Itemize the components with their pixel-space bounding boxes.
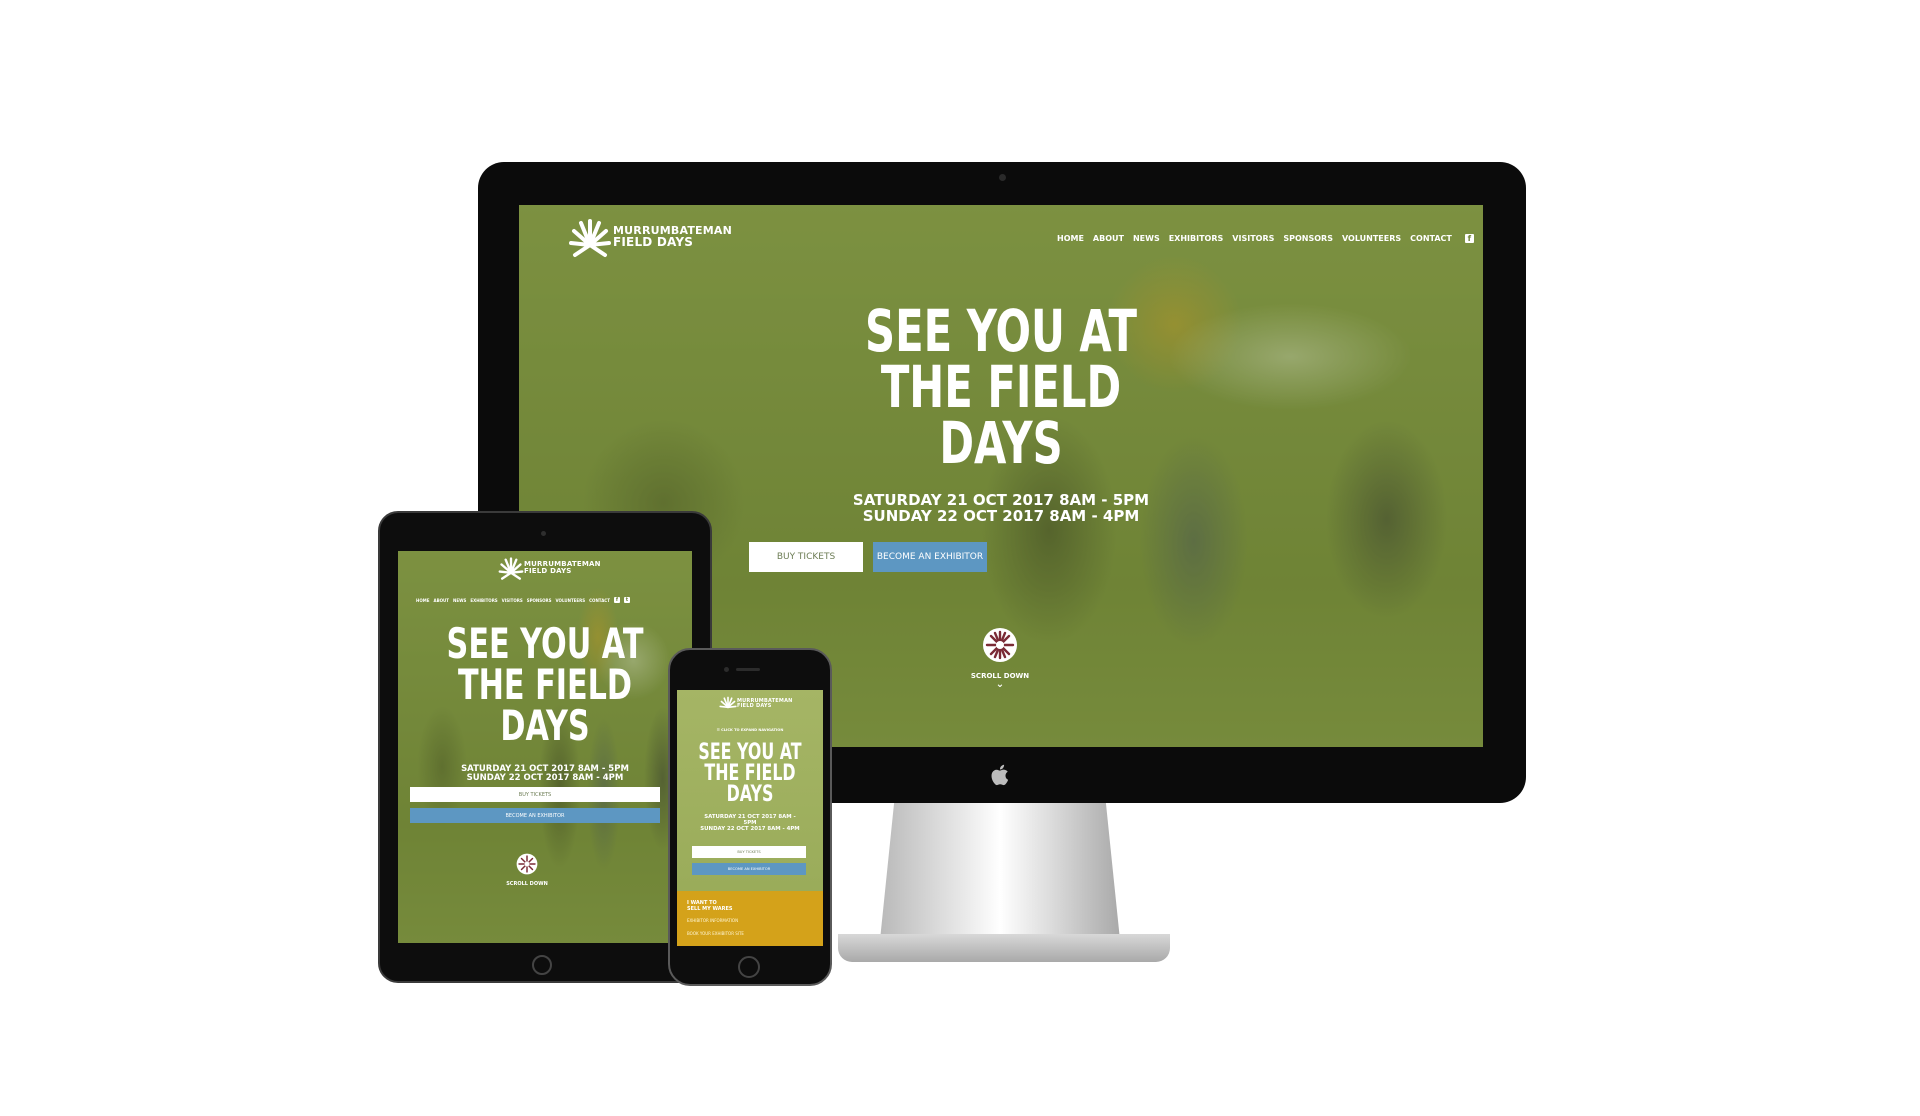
logo-sun-icon bbox=[719, 696, 737, 709]
camera-icon bbox=[999, 174, 1006, 181]
nav-news[interactable]: NEWS bbox=[1133, 234, 1160, 243]
site-logo[interactable]: MURRUMBATEMAN FIELD DAYS bbox=[719, 695, 793, 713]
nav-volunteers[interactable]: VOLUNTEERS bbox=[1342, 234, 1401, 243]
chevron-down-icon[interactable]: ⌄ bbox=[950, 679, 1050, 690]
scroll-flower-icon[interactable] bbox=[516, 853, 538, 875]
event-dates: SATURDAY 21 OCT 2017 8AM - 5PM SUNDAY 22… bbox=[461, 764, 629, 783]
nav-contact[interactable]: CONTACT bbox=[1410, 234, 1452, 243]
event-dates: SATURDAY 21 OCT 2017 8AM - 5PM SUNDAY 22… bbox=[700, 814, 800, 832]
phone-website: MURRUMBATEMAN FIELD DAYS ☰ CLICK TO EXPA… bbox=[677, 690, 823, 946]
home-button-icon bbox=[532, 955, 552, 975]
camera-icon bbox=[724, 667, 729, 672]
logo-sun-icon bbox=[498, 557, 524, 580]
speaker-grille bbox=[736, 668, 760, 671]
hero-title: SEE YOU AT THE FIELD DAYS bbox=[698, 740, 802, 807]
logo-sun-icon bbox=[569, 219, 611, 257]
monitor-stand-neck bbox=[880, 800, 1120, 940]
become-exhibitor-button[interactable]: BECOME AN EXHIBITOR bbox=[410, 808, 660, 823]
hero-title: SEE YOU AT THE FIELD DAYS bbox=[446, 619, 644, 750]
expand-navigation-toggle[interactable]: ☰ CLICK TO EXPAND NAVIGATION bbox=[677, 728, 823, 732]
nav-home[interactable]: HOME bbox=[1057, 234, 1084, 243]
camera-icon bbox=[541, 531, 546, 536]
site-logo[interactable]: MURRUMBATEMAN FIELD DAYS bbox=[498, 555, 601, 581]
nav-exhibitors[interactable]: EXHIBITORS bbox=[1169, 234, 1224, 243]
become-exhibitor-button[interactable]: BECOME AN EXHIBITOR bbox=[692, 863, 806, 875]
scroll-down-label[interactable]: SCROLL DOWN bbox=[477, 881, 577, 887]
facebook-icon[interactable]: f bbox=[613, 597, 620, 603]
scroll-flower-icon[interactable] bbox=[982, 627, 1018, 663]
event-dates: SATURDAY 21 OCT 2017 8AM - 5PM SUNDAY 22… bbox=[852, 491, 1150, 525]
home-button-icon bbox=[738, 956, 760, 978]
logo-line2: FIELD DAYS bbox=[613, 235, 694, 250]
buy-tickets-button[interactable]: BUY TICKETS bbox=[692, 846, 806, 858]
nav-visitors[interactable]: VISITORS bbox=[1232, 234, 1274, 243]
twitter-icon[interactable]: t bbox=[623, 597, 630, 603]
main-nav: HOME ABOUT NEWS EXHIBITORS VISITORS SPON… bbox=[1057, 234, 1483, 243]
buy-tickets-button[interactable]: BUY TICKETS bbox=[410, 787, 660, 802]
become-exhibitor-button[interactable]: BECOME AN EXHIBITOR bbox=[873, 542, 987, 572]
sell-wares-panel: I WANT TO SELL MY WARES EXHIBITOR INFORM… bbox=[677, 891, 823, 946]
monitor-stand-foot bbox=[838, 934, 1170, 962]
panel-heading: I WANT TO SELL MY WARES bbox=[687, 900, 733, 912]
nav-about[interactable]: ABOUT bbox=[1093, 234, 1124, 243]
facebook-icon[interactable]: f bbox=[1464, 234, 1474, 243]
tablet-website: MURRUMBATEMAN FIELD DAYS HOME ABOUT NEWS… bbox=[398, 551, 692, 943]
buy-tickets-button[interactable]: BUY TICKETS bbox=[749, 542, 863, 572]
hero-title: SEE YOU AT THE FIELD DAYS bbox=[865, 297, 1137, 477]
book-exhibitor-site-link[interactable]: BOOK YOUR EXHIBITOR SITE bbox=[687, 931, 744, 936]
apple-logo-icon bbox=[990, 763, 1012, 787]
exhibitor-information-link[interactable]: EXHIBITOR INFORMATION bbox=[687, 918, 738, 923]
site-logo[interactable]: MURRUMBATEMAN FIELD DAYS bbox=[569, 215, 732, 259]
nav-sponsors[interactable]: SPONSORS bbox=[1283, 234, 1333, 243]
main-nav: HOME ABOUT NEWS EXHIBITORS VISITORS SPON… bbox=[416, 597, 630, 603]
